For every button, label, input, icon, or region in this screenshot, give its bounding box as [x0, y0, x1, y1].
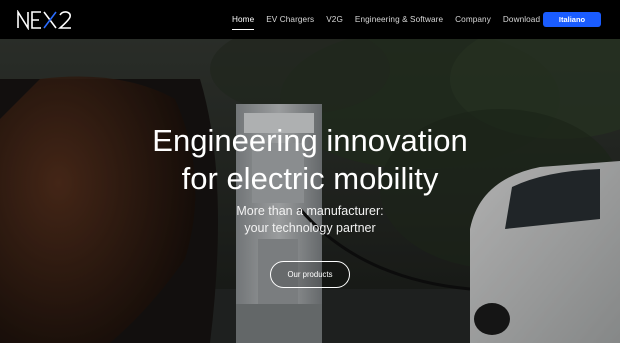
top-navbar: Home EV Chargers V2G Engineering & Softw…	[0, 0, 620, 39]
nav-item-download[interactable]: Download	[503, 15, 540, 24]
hero-section: Engineering innovation for electric mobi…	[0, 39, 620, 343]
hero-subtitle: More than a manufacturer: your technolog…	[0, 203, 620, 237]
nav-item-engineering-software[interactable]: Engineering & Software	[355, 15, 443, 24]
our-products-button[interactable]: Our products	[270, 261, 350, 288]
nav-item-v2g[interactable]: V2G	[326, 15, 343, 24]
language-button[interactable]: Italiano	[543, 12, 601, 27]
nav-item-company[interactable]: Company	[455, 15, 491, 24]
nav-item-home[interactable]: Home	[232, 15, 255, 30]
nav-item-ev-chargers[interactable]: EV Chargers	[266, 15, 314, 24]
hero-title-line-2: for electric mobility	[181, 161, 439, 196]
nex2-logo-icon	[17, 10, 71, 30]
hero-title-line-1: Engineering innovation	[152, 123, 468, 158]
brand-logo[interactable]	[17, 9, 77, 31]
hero-subtitle-line-1: More than a manufacturer:	[236, 204, 384, 218]
hero-subtitle-line-2: your technology partner	[244, 221, 376, 235]
hero-title: Engineering innovation for electric mobi…	[0, 122, 620, 198]
main-nav: Home EV Chargers V2G Engineering & Softw…	[232, 0, 552, 39]
